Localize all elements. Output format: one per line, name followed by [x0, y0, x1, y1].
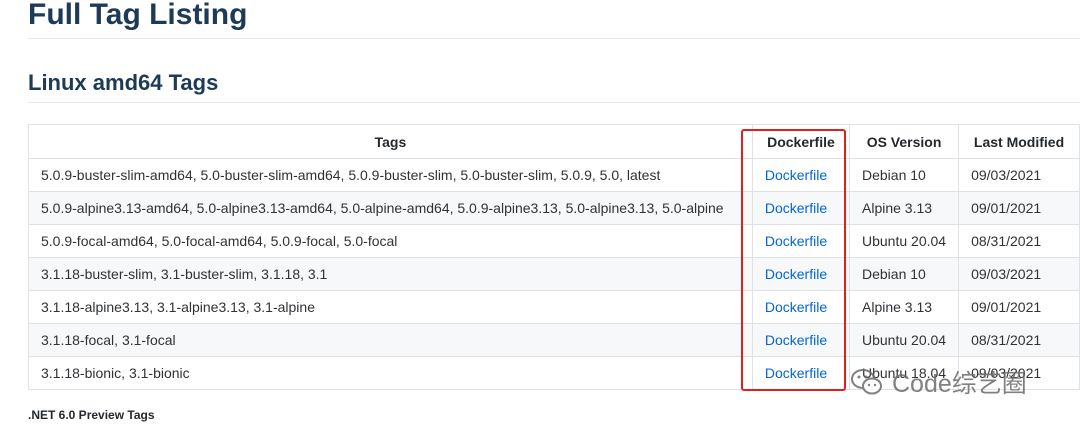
- dockerfile-link[interactable]: Dockerfile: [765, 233, 827, 249]
- section-title: Linux amd64 Tags: [28, 70, 219, 95]
- dockerfile-link[interactable]: Dockerfile: [765, 332, 827, 348]
- header-tags: Tags: [28, 124, 753, 159]
- tag-table: Tags Dockerfile OS Version Last Modified…: [28, 124, 1080, 390]
- dockerfile-cell: Dockerfile: [751, 224, 851, 258]
- title-divider: [28, 38, 1080, 39]
- last-modified-cell: 09/03/2021: [958, 158, 1080, 192]
- tags-cell: 3.1.18-focal, 3.1-focal: [28, 323, 753, 357]
- section-divider: [28, 102, 1080, 103]
- last-modified-cell: 09/01/2021: [958, 191, 1080, 225]
- dockerfile-cell: Dockerfile: [751, 158, 851, 192]
- dockerfile-link[interactable]: Dockerfile: [765, 299, 827, 315]
- dockerfile-link[interactable]: Dockerfile: [765, 266, 827, 282]
- last-modified-cell: 08/31/2021: [958, 224, 1080, 258]
- table-row: 3.1.18-buster-slim, 3.1-buster-slim, 3.1…: [28, 257, 1080, 291]
- table-row: 5.0.9-focal-amd64, 5.0-focal-amd64, 5.0.…: [28, 224, 1080, 258]
- wechat-icon: [851, 369, 882, 395]
- table-header-row: Tags Dockerfile OS Version Last Modified: [28, 124, 1080, 159]
- dockerfile-link[interactable]: Dockerfile: [765, 365, 827, 381]
- table-row: 3.1.18-alpine3.13, 3.1-alpine3.13, 3.1-a…: [28, 290, 1080, 324]
- last-modified-cell: 08/31/2021: [958, 323, 1080, 357]
- os-version-cell: Debian 10: [848, 158, 960, 192]
- next-section-title: .NET 6.0 Preview Tags: [28, 408, 155, 422]
- watermark: Code综艺圈: [850, 364, 1027, 400]
- header-os-version: OS Version: [848, 124, 960, 159]
- tags-cell: 3.1.18-bionic, 3.1-bionic: [28, 356, 753, 390]
- dockerfile-cell: Dockerfile: [751, 290, 851, 324]
- dockerfile-link[interactable]: Dockerfile: [765, 200, 827, 216]
- tags-cell: 3.1.18-alpine3.13, 3.1-alpine3.13, 3.1-a…: [28, 290, 753, 324]
- watermark-text: Code综艺圈: [892, 370, 1027, 398]
- table-row: 5.0.9-alpine3.13-amd64, 5.0-alpine3.13-a…: [28, 191, 1080, 225]
- last-modified-cell: 09/03/2021: [958, 257, 1080, 291]
- dockerfile-cell: Dockerfile: [751, 257, 851, 291]
- os-version-cell: Alpine 3.13: [848, 290, 960, 324]
- tags-cell: 3.1.18-buster-slim, 3.1-buster-slim, 3.1…: [28, 257, 753, 291]
- table-row: 3.1.18-focal, 3.1-focal Dockerfile Ubunt…: [28, 323, 1080, 357]
- os-version-cell: Ubuntu 20.04: [848, 323, 960, 357]
- last-modified-cell: 09/01/2021: [958, 290, 1080, 324]
- tags-cell: 5.0.9-alpine3.13-amd64, 5.0-alpine3.13-a…: [28, 191, 753, 225]
- header-last-modified: Last Modified: [958, 124, 1080, 159]
- table-row: 5.0.9-buster-slim-amd64, 5.0-buster-slim…: [28, 158, 1080, 192]
- dockerfile-cell: Dockerfile: [751, 191, 851, 225]
- dockerfile-cell: Dockerfile: [751, 356, 851, 390]
- os-version-cell: Debian 10: [848, 257, 960, 291]
- dockerfile-cell: Dockerfile: [751, 323, 851, 357]
- dockerfile-link[interactable]: Dockerfile: [765, 167, 827, 183]
- os-version-cell: Ubuntu 20.04: [848, 224, 960, 258]
- tags-cell: 5.0.9-focal-amd64, 5.0-focal-amd64, 5.0.…: [28, 224, 753, 258]
- os-version-cell: Alpine 3.13: [848, 191, 960, 225]
- header-dockerfile: Dockerfile: [751, 124, 851, 159]
- page-title: Full Tag Listing: [28, 0, 248, 31]
- tags-cell: 5.0.9-buster-slim-amd64, 5.0-buster-slim…: [28, 158, 753, 192]
